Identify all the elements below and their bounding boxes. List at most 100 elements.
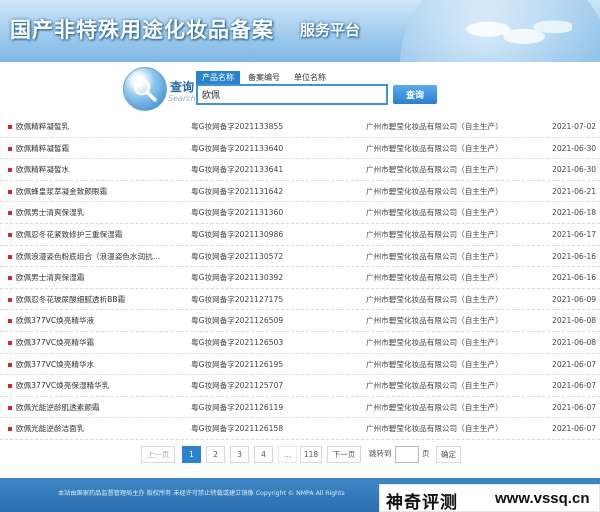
- bullet-icon: [8, 297, 12, 302]
- product-name-link[interactable]: 欧佩377VC焕亮保湿精华乳: [16, 375, 186, 397]
- company-name: 广州市碧莹化妆品有限公司（自主生产）: [366, 316, 503, 326]
- result-row[interactable]: 欧佩精粹凝皙乳 粤G妆网备字2021133855 广州市碧莹化妆品有限公司（自主生产…: [0, 116, 600, 138]
- product-name-link[interactable]: 欧佩浪漫姿色粉底组合（浪漫姿色水润抗…: [16, 246, 186, 268]
- registration-number: 粤G妆网备字2021126158: [191, 424, 284, 434]
- company-name: 广州市碧莹化妆品有限公司（自主生产）: [366, 122, 503, 131]
- page-ellipsis: ...: [278, 446, 297, 463]
- jump-page-unit: 页: [422, 449, 430, 458]
- registration-number: 粤G妆网备字2021130572: [191, 251, 284, 261]
- product-name-link[interactable]: 欧佩377VC焕亮精华霜: [16, 332, 186, 354]
- pagination: 上一页 1 2 3 4 ... 118 下一页 跳转到 页 确定: [0, 446, 600, 464]
- product-name-link[interactable]: 欧佩精粹凝皙水: [16, 159, 186, 181]
- registration-number: 粤G妆网备字2021130392: [191, 273, 284, 283]
- search-button[interactable]: 查询: [393, 85, 437, 104]
- prev-page-button[interactable]: 上一页: [141, 446, 175, 463]
- record-date: 2021-06-09: [552, 294, 597, 304]
- result-row[interactable]: 欧佩精粹凝皙水 粤G妆网备字2021133641 广州市碧莹化妆品有限公司（自主生产…: [0, 159, 600, 181]
- product-name-link[interactable]: 欧佩光能逆龄肌透素颜霜: [16, 397, 186, 419]
- page-button-1[interactable]: 1: [182, 446, 201, 463]
- company-name: 广州市碧莹化妆品有限公司（自主生产）: [366, 424, 503, 434]
- result-row[interactable]: 欧佩忍冬花玻尿酸细腻透析BB霜 粤G妆网备字2021127175 广州市碧莹化妆品有…: [0, 289, 600, 311]
- tab-registration-number[interactable]: 备案编号: [242, 71, 286, 84]
- search-input[interactable]: [196, 84, 388, 105]
- search-logo-label: 查询: [170, 80, 195, 94]
- jump-confirm-button[interactable]: 确定: [436, 446, 461, 463]
- product-name-link[interactable]: 欧佩忍冬花紧致修护三重保湿霜: [16, 224, 186, 246]
- company-name: 广州市碧莹化妆品有限公司（自主生产）: [366, 165, 503, 175]
- record-date: 2021-06-16: [552, 251, 597, 261]
- result-row[interactable]: 欧佩377VC焕亮精华水 粤G妆网备字2021126195 广州市碧莹化妆品有限公司…: [0, 354, 600, 376]
- company-name: 广州市碧莹化妆品有限公司（自主生产）: [366, 294, 503, 304]
- product-name-link[interactable]: 欧佩精粹凝皙霜: [16, 138, 186, 160]
- page: 国产非特殊用途化妆品备案 服务平台 查询 Search 产品名称 备案编号 单位…: [0, 0, 600, 512]
- product-name-link[interactable]: 欧佩精粹凝皙乳: [16, 116, 186, 138]
- page-button-4[interactable]: 4: [254, 446, 273, 463]
- bullet-icon: [8, 189, 12, 194]
- result-row[interactable]: 欧佩377VC焕亮保湿精华乳 粤G妆网备字2021125707 广州市碧莹化妆品有限…: [0, 375, 600, 397]
- record-date: 2021-06-30: [552, 165, 597, 175]
- result-row[interactable]: 欧佩光能逆龄肌透素颜霜 粤G妆网备字2021126119 广州市碧莹化妆品有限公司（…: [0, 397, 600, 419]
- record-date: 2021-06-18: [552, 208, 597, 218]
- product-name-link[interactable]: 欧佩男士清爽保湿乳: [16, 202, 186, 224]
- result-row[interactable]: 欧佩浪漫姿色粉底组合（浪漫姿色水润抗… 粤G妆网备字2021130572 广州市碧莹…: [0, 246, 600, 268]
- bullet-icon: [8, 362, 12, 367]
- result-row[interactable]: 欧佩蜂皇浆萃凝金致颜眼霜 粤G妆网备字2021131642 广州市碧莹化妆品有限公司…: [0, 181, 600, 203]
- bullet-icon: [8, 340, 12, 345]
- company-name: 广州市碧莹化妆品有限公司（自主生产）: [366, 229, 503, 239]
- search-area: 查询 Search 产品名称 备案编号 单位名称 查询: [0, 62, 600, 114]
- bullet-icon: [8, 405, 12, 410]
- company-name: 广州市碧莹化妆品有限公司（自主生产）: [366, 251, 503, 261]
- registration-number: 粤G妆网备字2021130986: [191, 229, 284, 239]
- result-row[interactable]: 欧佩男士清爽保湿乳 粤G妆网备字2021131360 广州市碧莹化妆品有限公司（自主…: [0, 202, 600, 224]
- bullet-icon: [8, 232, 12, 237]
- product-name-link[interactable]: 欧佩男士清爽保湿霜: [16, 267, 186, 289]
- bullet-icon: [8, 254, 12, 259]
- tab-company-name[interactable]: 单位名称: [288, 71, 332, 84]
- product-name-link[interactable]: 欧佩忍冬花玻尿酸细腻透析BB霜: [16, 289, 186, 311]
- registration-number: 粤G妆网备字2021126119: [191, 402, 284, 412]
- bullet-icon: [8, 211, 12, 216]
- product-name-link[interactable]: 欧佩蜂皇浆萃凝金致颜眼霜: [16, 181, 186, 203]
- search-magnifier-icon: [123, 67, 167, 111]
- registration-number: 粤G妆网备字2021133641: [191, 165, 284, 175]
- record-date: 2021-06-07: [552, 424, 597, 434]
- tab-product-name[interactable]: 产品名称: [196, 71, 240, 84]
- company-name: 广州市碧莹化妆品有限公司（自主生产）: [366, 381, 503, 391]
- result-row[interactable]: 欧佩377VC焕亮精华液 粤G妆网备字2021126509 广州市碧莹化妆品有限公司…: [0, 310, 600, 332]
- page-button-2[interactable]: 2: [206, 446, 225, 463]
- bullet-icon: [8, 168, 12, 173]
- record-date: 2021-06-17: [552, 229, 597, 239]
- record-date: 2021-06-07: [552, 381, 597, 391]
- result-row[interactable]: 欧佩精粹凝皙霜 粤G妆网备字2021133640 广州市碧莹化妆品有限公司（自主生产…: [0, 138, 600, 160]
- next-page-button[interactable]: 下一页: [327, 446, 361, 463]
- company-name: 广州市碧莹化妆品有限公司（自主生产）: [366, 273, 503, 283]
- result-row[interactable]: 欧佩光能逆龄洁面乳 粤G妆网备字2021126158 广州市碧莹化妆品有限公司（自主…: [0, 418, 600, 440]
- registration-number: 粤G妆网备字2021133855: [191, 122, 284, 131]
- record-date: 2021-06-07: [552, 359, 597, 369]
- bullet-icon: [8, 384, 12, 389]
- footer-copyright: 本站由国家药品监督管理局主办 版权所有 未经许可禁止转载或建立镜像 Copyri…: [58, 490, 345, 497]
- registration-number: 粤G妆网备字2021125707: [191, 381, 284, 391]
- page-button-last[interactable]: 118: [300, 446, 322, 463]
- registration-number: 粤G妆网备字2021126195: [191, 359, 284, 369]
- bullet-icon: [8, 125, 12, 129]
- result-row[interactable]: 欧佩男士清爽保湿霜 粤G妆网备字2021130392 广州市碧莹化妆品有限公司（自主…: [0, 267, 600, 289]
- bullet-icon: [8, 276, 12, 281]
- company-name: 广州市碧莹化妆品有限公司（自主生产）: [366, 186, 503, 196]
- product-name-link[interactable]: 欧佩光能逆龄洁面乳: [16, 418, 186, 440]
- company-name: 广州市碧莹化妆品有限公司（自主生产）: [366, 402, 503, 412]
- result-row[interactable]: 欧佩忍冬花紧致修护三重保湿霜 粤G妆网备字2021130986 广州市碧莹化妆品有限…: [0, 224, 600, 246]
- page-button-3[interactable]: 3: [230, 446, 249, 463]
- site-title: 国产非特殊用途化妆品备案: [10, 17, 274, 42]
- record-date: 2021-06-08: [552, 316, 597, 326]
- registration-number: 粤G妆网备字2021126509: [191, 316, 284, 326]
- world-map-graphic: [452, 10, 572, 58]
- jump-page-input[interactable]: [395, 446, 419, 463]
- site-subtitle: 服务平台: [300, 21, 361, 39]
- record-date: 2021-07-02: [552, 122, 597, 131]
- watermark-label: 神奇评测: [386, 493, 458, 512]
- product-name-link[interactable]: 欧佩377VC焕亮精华水: [16, 354, 186, 376]
- product-name-link[interactable]: 欧佩377VC焕亮精华液: [16, 310, 186, 332]
- result-row[interactable]: 欧佩377VC焕亮精华霜 粤G妆网备字2021126503 广州市碧莹化妆品有限公司…: [0, 332, 600, 354]
- search-tabs: 产品名称 备案编号 单位名称: [196, 71, 334, 84]
